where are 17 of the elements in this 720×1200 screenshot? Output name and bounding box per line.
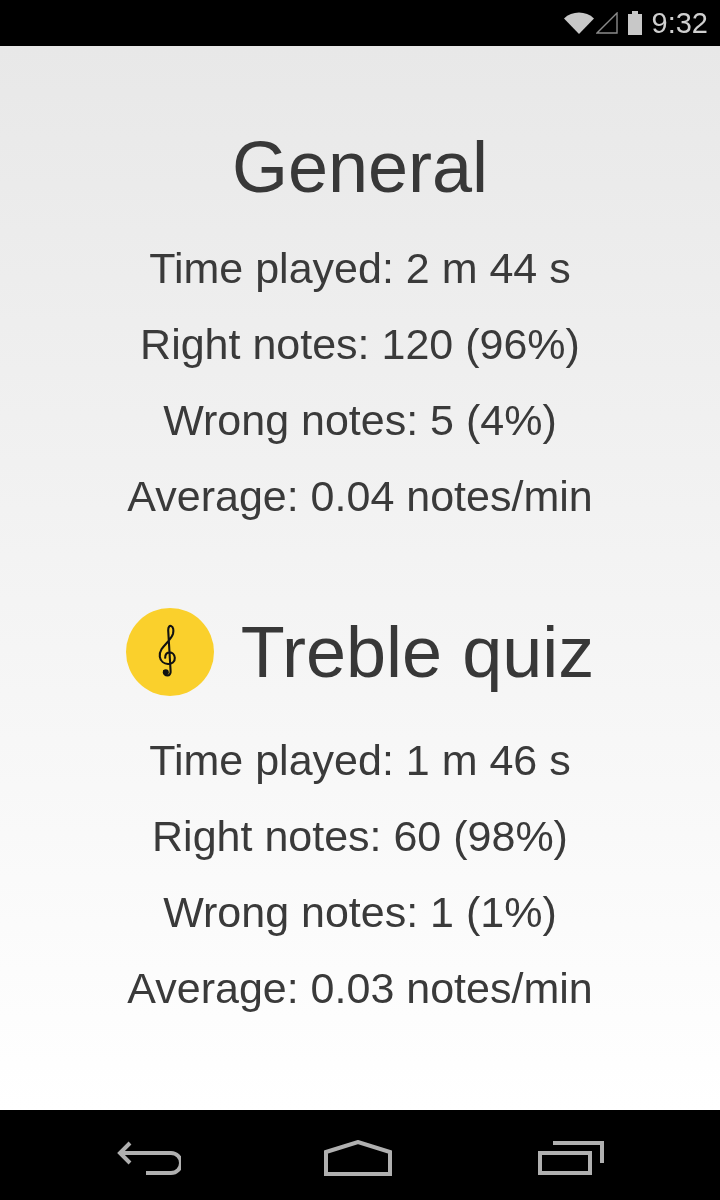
stat-line: Wrong notes: 5 (4%) bbox=[163, 395, 557, 446]
stat-line: Average: 0.04 notes/min bbox=[127, 471, 593, 522]
stat-line: Right notes: 120 (96%) bbox=[140, 319, 580, 370]
section-title: General bbox=[231, 131, 489, 203]
stat-line: Average: 0.03 notes/min bbox=[127, 963, 593, 1014]
stat-line: Right notes: 60 (98%) bbox=[152, 811, 568, 862]
treble-clef-icon bbox=[125, 608, 214, 696]
stat-line: Time played: 1 m 46 s bbox=[149, 735, 571, 786]
back-icon[interactable] bbox=[117, 1141, 181, 1175]
recent-apps-icon[interactable] bbox=[538, 1141, 604, 1175]
signal-icon bbox=[595, 12, 618, 34]
status-time: 9:32 bbox=[651, 6, 708, 40]
battery-icon bbox=[627, 11, 642, 35]
stat-line: Wrong notes: 1 (1%) bbox=[163, 887, 557, 938]
wifi-icon bbox=[563, 12, 594, 34]
stat-line: Time played: 2 m 44 s bbox=[149, 243, 571, 294]
home-icon[interactable] bbox=[324, 1140, 392, 1176]
